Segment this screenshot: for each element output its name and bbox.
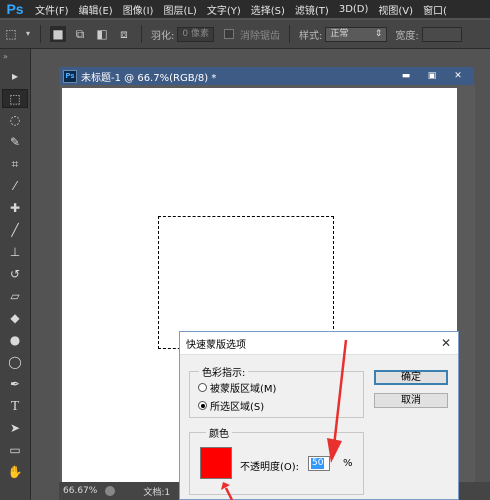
pen-icon[interactable]: ✒	[2, 375, 28, 394]
intersect-selection-icon[interactable]: ⧈	[116, 26, 132, 42]
new-selection-icon[interactable]: ■	[50, 26, 66, 42]
antialias-label: 消除锯齿	[239, 30, 280, 42]
close-icon[interactable]: ✕	[434, 336, 458, 350]
radio-masked-areas[interactable]: 被蒙版区域(M)	[198, 380, 276, 395]
menu-image[interactable]: 图像(I)	[118, 2, 159, 17]
document-info: 文档:1	[143, 487, 171, 498]
subtract-selection-icon[interactable]: ◧	[94, 26, 110, 42]
eraser-icon[interactable]: ▱	[2, 287, 28, 306]
style-select-value: 正常	[330, 28, 349, 39]
zoom-level[interactable]: 66.67%	[59, 486, 101, 496]
cancel-button[interactable]: 取消	[374, 393, 448, 408]
photoshop-logo: Ps	[6, 1, 24, 17]
lasso-icon[interactable]: ◌	[2, 111, 28, 130]
blur-icon[interactable]: ●	[2, 331, 28, 350]
radio-selected-label: 所选区域(S)	[210, 402, 265, 413]
menu-layer[interactable]: 图层(L)	[158, 2, 201, 17]
menu-file[interactable]: 文件(F)	[30, 2, 74, 17]
shape-icon[interactable]: ▭	[2, 441, 28, 460]
path-select-icon[interactable]: ➤	[2, 419, 28, 438]
crop-icon[interactable]: ⌗	[2, 155, 28, 174]
separator	[40, 25, 41, 43]
feather-label: 羽化:	[151, 30, 175, 42]
restore-icon[interactable]: ▣	[422, 70, 442, 82]
hand-icon[interactable]: ✋	[2, 463, 28, 482]
menu-edit[interactable]: 编辑(E)	[74, 2, 118, 17]
menu-bar: Ps 文件(F) 编辑(E) 图像(I) 图层(L) 文字(Y) 选择(S) 滤…	[0, 0, 490, 18]
antialias-checkbox[interactable]	[223, 29, 234, 39]
marquee-preset-icon[interactable]: ⬚	[3, 26, 19, 42]
stamp-icon[interactable]: ⊥	[2, 243, 28, 262]
select-arrows-icon: ⇕	[374, 28, 383, 39]
radio-button-checked[interactable]	[198, 401, 207, 410]
eyedropper-icon[interactable]: ⁄	[2, 177, 28, 196]
menu-3d[interactable]: 3D(D)	[334, 4, 374, 15]
type-icon[interactable]: T	[2, 397, 28, 416]
radio-masked-label: 被蒙版区域(M)	[210, 384, 277, 395]
separator	[288, 25, 290, 43]
minimize-icon[interactable]: ▬	[396, 70, 416, 82]
quick-select-icon[interactable]: ✎	[2, 133, 28, 152]
color-indicates-legend: 色彩指示:	[199, 364, 249, 379]
document-title: 未标题-1 @ 66.7%(RGB/8) *	[81, 72, 217, 84]
color-legend: 颜色	[206, 425, 232, 440]
opacity-label: 不透明度(O):	[240, 462, 300, 473]
radio-selected-areas[interactable]: 所选区域(S)	[198, 398, 264, 413]
style-select[interactable]: 正常 ⇕	[325, 26, 388, 42]
paint-bucket-icon[interactable]: ◆	[2, 309, 28, 328]
ps-document-icon: Ps	[63, 69, 77, 83]
style-label: 样式:	[298, 30, 323, 42]
width-input[interactable]	[421, 26, 462, 42]
annotation-arrow-small-icon	[221, 482, 234, 500]
marquee-selection[interactable]	[158, 216, 334, 349]
history-brush-icon[interactable]: ↺	[2, 265, 28, 284]
dialog-title: 快速蒙版选项	[186, 339, 246, 351]
menu-view[interactable]: 视图(V)	[373, 2, 418, 17]
dodge-icon[interactable]: ◯	[2, 353, 28, 372]
separator	[141, 25, 142, 43]
close-icon[interactable]: ✕	[448, 70, 468, 82]
move-icon[interactable]: ▸	[2, 67, 28, 86]
menu-type[interactable]: 文字(Y)	[202, 2, 246, 17]
healing-icon[interactable]: ✚	[2, 199, 28, 218]
radio-button[interactable]	[198, 383, 207, 392]
annotation-arrow-icon	[327, 339, 348, 463]
ok-button[interactable]: 确定	[374, 370, 448, 385]
menu-select[interactable]: 选择(S)	[246, 2, 290, 17]
tools-panel: » ▸ ⬚ ◌ ✎ ⌗ ⁄ ✚ ╱ ⊥ ↺ ▱ ◆ ● ◯ ✒ T ➤ ▭ ✋	[0, 49, 31, 500]
mask-color-swatch[interactable]	[200, 447, 232, 479]
panel-collapse-icon[interactable]: »	[0, 49, 30, 65]
marquee-icon[interactable]: ⬚	[2, 89, 28, 108]
menu-filter[interactable]: 滤镜(T)	[290, 2, 334, 17]
status-info-icon[interactable]	[105, 486, 116, 496]
add-selection-icon[interactable]: ⧉	[72, 26, 88, 42]
menu-window[interactable]: 窗口(	[418, 2, 452, 17]
document-tab[interactable]: Ps 未标题-1 @ 66.7%(RGB/8) * ▬ ▣ ✕	[59, 67, 474, 85]
width-label: 宽度:	[395, 30, 419, 42]
brush-icon[interactable]: ╱	[2, 221, 28, 240]
dropdown-arrow-icon[interactable]: ▾	[25, 26, 31, 42]
options-bar: ⬚ ▾ ■ ⧉ ◧ ⧈ 羽化: 0 像素 消除锯齿 样式: 正常 ⇕ 宽度:	[0, 20, 490, 49]
feather-input[interactable]: 0 像素	[177, 26, 214, 42]
